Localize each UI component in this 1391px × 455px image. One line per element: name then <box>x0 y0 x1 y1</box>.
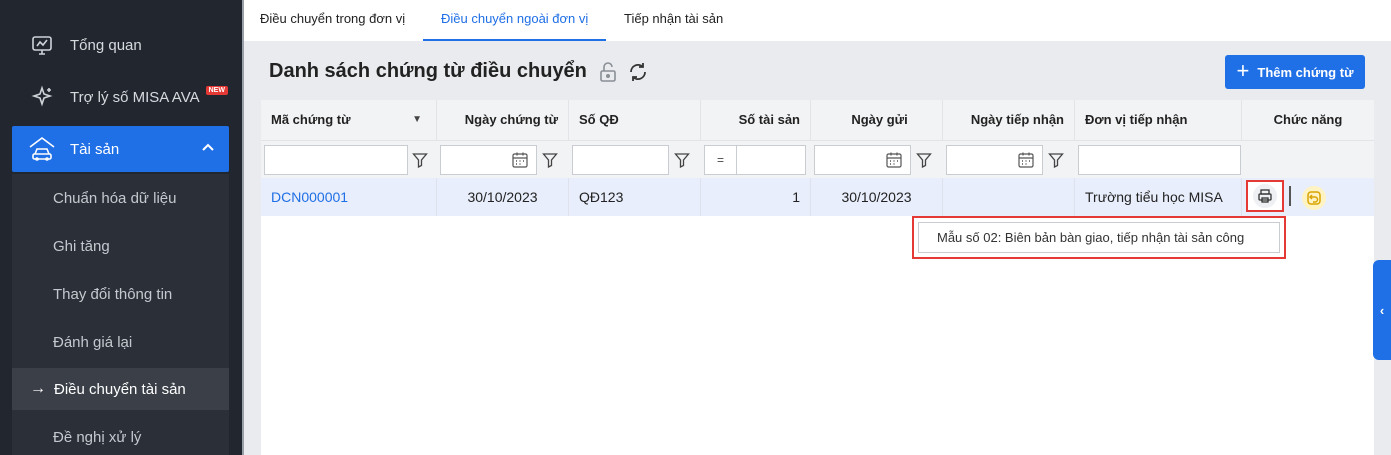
col-header-asset-count[interactable]: Số tài sản <box>701 100 811 140</box>
print-tooltip: Mẫu số 02: Biên bản bàn giao, tiếp nhận … <box>912 216 1286 259</box>
submenu-item-label: Ghi tăng <box>53 237 110 255</box>
calendar-icon[interactable] <box>1013 145 1039 175</box>
col-header-doc-date[interactable]: Ngày chứng từ <box>437 100 569 140</box>
return-button[interactable] <box>1302 186 1326 210</box>
print-button[interactable] <box>1246 180 1284 212</box>
sidebar-item-assets[interactable]: Tài sản <box>12 126 229 172</box>
filter-doc-code-input[interactable] <box>264 145 408 175</box>
calendar-icon[interactable] <box>881 145 907 175</box>
plus-icon: + <box>1236 58 1250 83</box>
submenu-item-label: Chuẩn hóa dữ liệu <box>53 189 177 207</box>
tooltip-menu-item[interactable]: Mẫu số 02: Biên bản bàn giao, tiếp nhận … <box>918 222 1280 253</box>
calendar-icon[interactable] <box>507 145 533 175</box>
add-document-button[interactable]: + Thêm chứng từ <box>1225 55 1365 89</box>
sidebar-item-label: Trợ lý số MISA AVA <box>70 88 200 106</box>
cell-receiving-unit: Trường tiểu học MISA <box>1075 178 1242 216</box>
cell-decision-no: QĐ123 <box>569 178 701 216</box>
title-actions <box>598 60 650 87</box>
table-row[interactable]: DCN000001 30/10/2023 QĐ123 1 30/10/2023 … <box>261 178 1374 216</box>
submenu-item-label: Điều chuyển tài sản <box>54 380 186 398</box>
filter-asset-count-input[interactable] <box>736 145 806 175</box>
submenu-item-label: Đánh giá lại <box>53 333 133 351</box>
col-header-receiving-unit[interactable]: Đơn vị tiếp nhận <box>1075 100 1242 140</box>
col-header-actions: Chức năng <box>1273 112 1343 127</box>
sparkle-icon <box>28 83 56 111</box>
submenu-item-normalize-data[interactable]: Chuẩn hóa dữ liệu <box>12 177 229 219</box>
submenu-item-label: Đề nghị xử lý <box>53 428 142 446</box>
sidebar-item-misa-ava[interactable]: Trợ lý số MISA AVA NEW <box>12 74 229 120</box>
cell-doc-date: 30/10/2023 <box>437 178 569 216</box>
chevron-up-icon[interactable] <box>201 140 215 158</box>
separator <box>1289 186 1291 206</box>
tab-internal-transfer[interactable]: Điều chuyển trong đơn vị <box>260 0 405 41</box>
cell-received-date <box>943 178 1075 216</box>
col-header-sent-date[interactable]: Ngày gửi <box>811 100 943 140</box>
page-title: Danh sách chứng từ điều chuyển <box>269 60 587 82</box>
filter-icon[interactable] <box>537 145 563 175</box>
filter-receiving-unit-input[interactable] <box>1078 145 1241 175</box>
tab-receive-assets[interactable]: Tiếp nhận tài sản <box>624 0 723 41</box>
sidebar-item-overview[interactable]: Tổng quan <box>12 22 229 68</box>
filter-decision-no-input[interactable] <box>572 145 669 175</box>
chevron-left-icon: ‹ <box>1379 302 1385 318</box>
filter-icon[interactable] <box>407 145 433 175</box>
col-header-label: Mã chứng từ <box>271 112 351 127</box>
submenu-item-label: Thay đổi thông tin <box>53 285 173 303</box>
collapse-panel-handle[interactable]: ‹ <box>1373 260 1391 360</box>
new-badge: NEW <box>205 85 228 95</box>
assets-submenu: Chuẩn hóa dữ liệu Ghi tăng Thay đổi thôn… <box>12 174 229 455</box>
submenu-item-disposal-request[interactable]: Đề nghị xử lý <box>12 416 229 455</box>
filter-icon[interactable] <box>669 145 695 175</box>
refresh-icon[interactable] <box>626 60 650 87</box>
tab-external-transfer[interactable]: Điều chuyển ngoài đơn vị <box>423 0 606 41</box>
tooltip-label: Mẫu số 02: Biên bản bàn giao, tiếp nhận … <box>937 230 1245 245</box>
divider <box>242 0 244 455</box>
cell-sent-date: 30/10/2023 <box>811 178 943 216</box>
sidebar: Tổng quan Trợ lý số MISA AVA NEW Tài sản… <box>0 0 242 455</box>
scrollbar[interactable] <box>1380 41 1391 455</box>
unlock-icon[interactable] <box>598 60 618 87</box>
sidebar-item-label: Tài sản <box>70 140 120 158</box>
dashboard-icon <box>28 31 56 59</box>
cell-asset-count: 1 <box>701 178 811 216</box>
col-header-decision-no[interactable]: Số QĐ <box>569 100 701 140</box>
submenu-item-change-info[interactable]: Thay đổi thông tin <box>12 273 229 315</box>
caret-down-icon[interactable]: ▼ <box>412 100 422 140</box>
arrow-right-icon: → <box>30 380 46 397</box>
car-home-icon <box>28 135 56 163</box>
submenu-item-revaluation[interactable]: Đánh giá lại <box>12 321 229 363</box>
return-icon <box>1307 191 1321 205</box>
filter-icon[interactable] <box>911 145 937 175</box>
sidebar-item-label: Tổng quan <box>70 36 142 54</box>
filter-icon[interactable] <box>1043 145 1069 175</box>
col-header-received-date[interactable]: Ngày tiếp nhận <box>943 100 1075 140</box>
col-header-doc-code[interactable]: Mã chứng từ ▼ <box>261 100 437 140</box>
filter-row: = <box>261 140 1374 178</box>
tab-bar: Điều chuyển trong đơn vị Điều chuyển ngo… <box>244 0 1391 41</box>
documents-table: Mã chứng từ ▼ Ngày chứng từ Số QĐ Số tài… <box>261 100 1374 455</box>
filter-operator[interactable]: = <box>704 145 737 175</box>
add-document-label: Thêm chứng từ <box>1257 64 1354 80</box>
submenu-item-asset-transfer[interactable]: → Điều chuyển tài sản <box>12 368 229 410</box>
submenu-item-increase[interactable]: Ghi tăng <box>12 225 229 267</box>
cell-doc-code[interactable]: DCN000001 <box>261 178 437 216</box>
printer-icon <box>1253 184 1277 208</box>
table-header: Mã chứng từ ▼ Ngày chứng từ Số QĐ Số tài… <box>261 100 1374 140</box>
